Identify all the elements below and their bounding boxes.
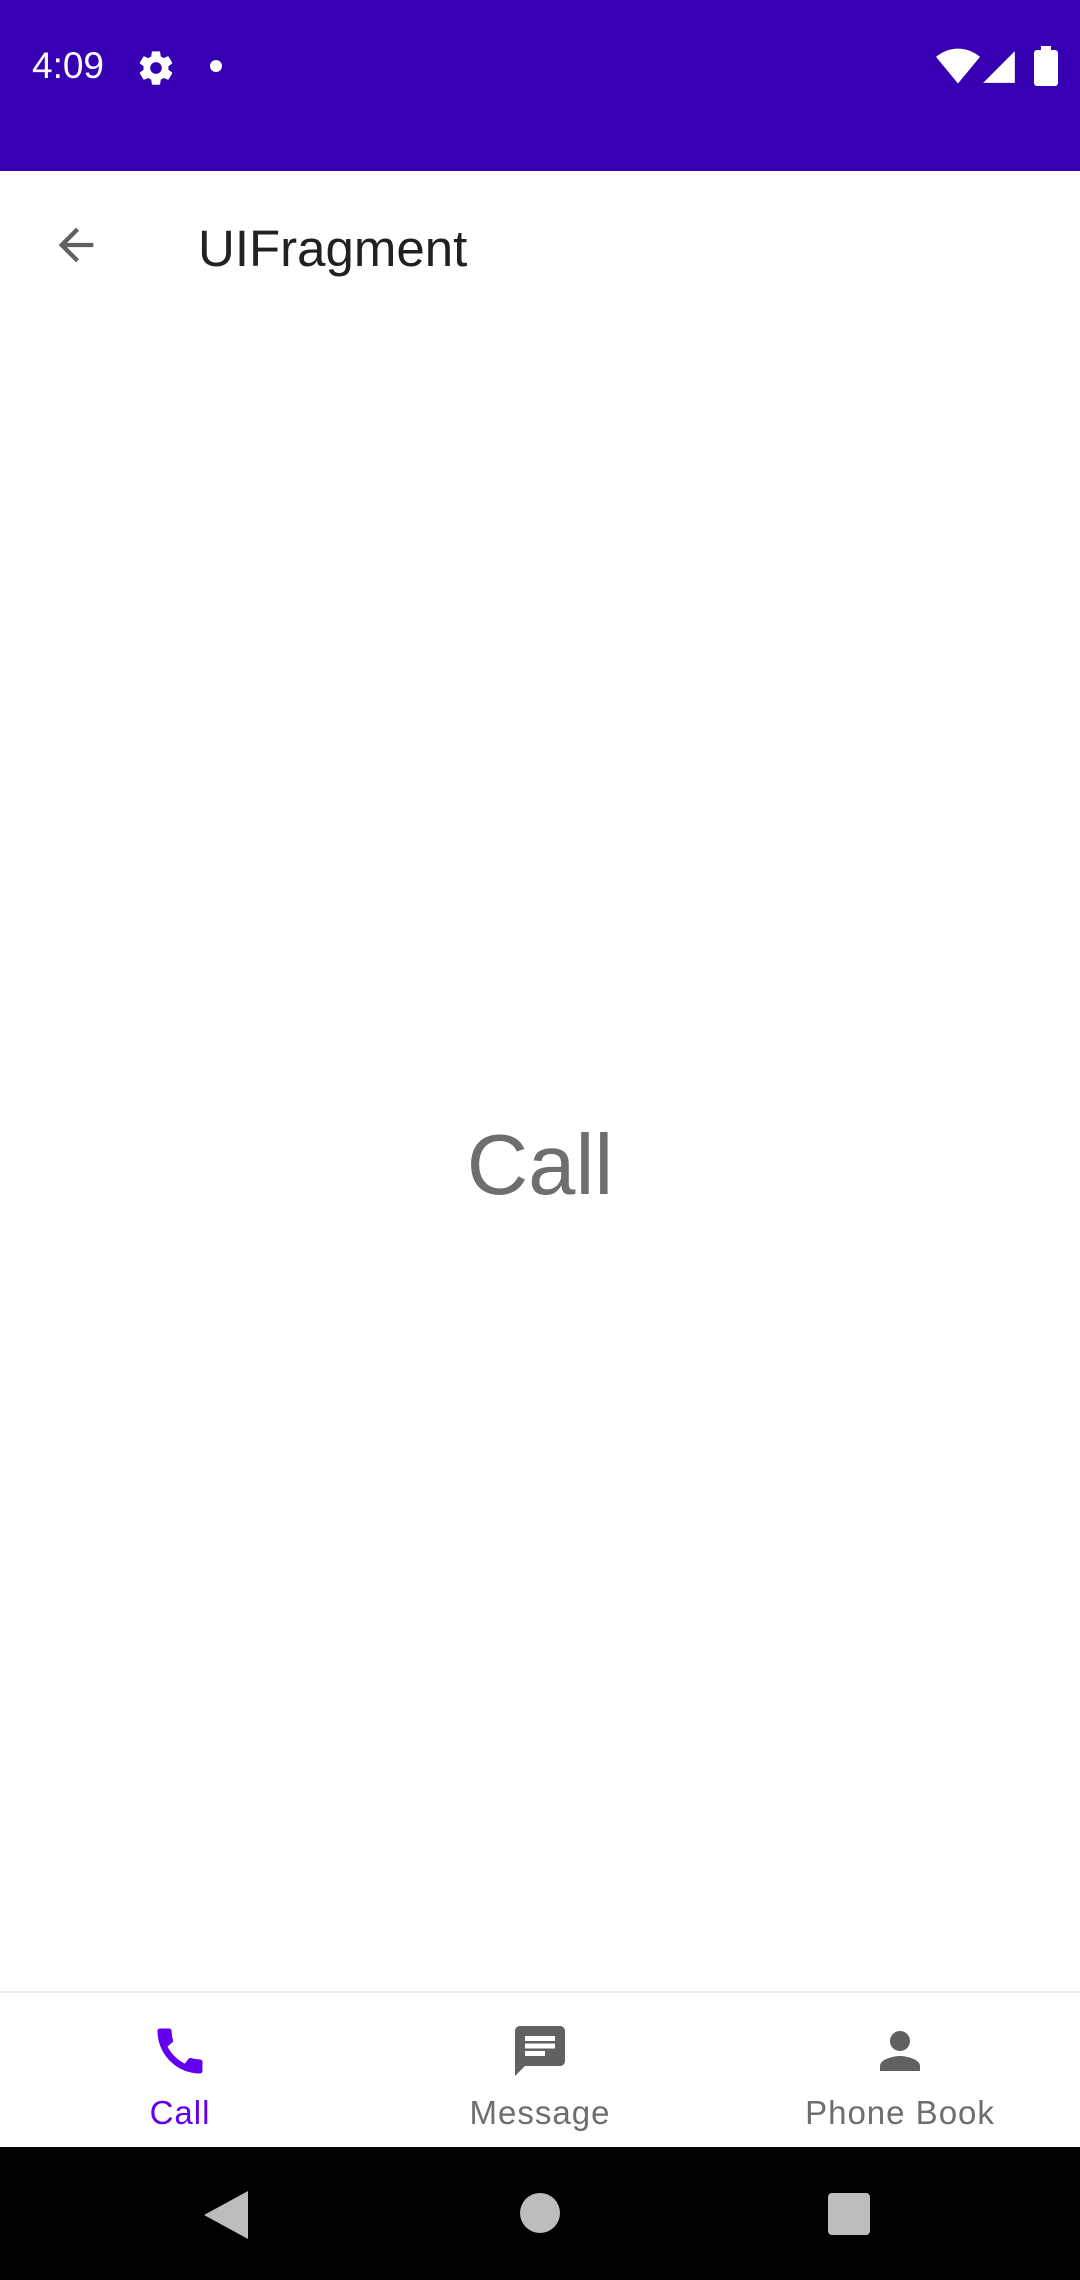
nav-label-call: Call: [149, 2094, 211, 2131]
nav-label-phone-book: Phone Book: [805, 2094, 995, 2131]
status-bar: 4:09: [0, 0, 1080, 171]
home-circle-icon[interactable]: [520, 2193, 560, 2233]
person-icon: [868, 2019, 932, 2083]
phone-icon: [148, 2019, 212, 2083]
fragment-content: Call: [0, 326, 1080, 1991]
nav-item-call[interactable]: Call: [0, 1993, 360, 2147]
page-title: UIFragment: [198, 220, 468, 277]
nav-label-message: Message: [469, 2094, 611, 2131]
bottom-navigation: Call Message Phone Book: [0, 1991, 1080, 2147]
notification-dot-icon: [210, 60, 222, 72]
back-button[interactable]: [32, 201, 120, 289]
system-navigation-bar: [0, 2147, 1080, 2280]
message-icon: [508, 2019, 572, 2083]
fragment-label: Call: [466, 1118, 614, 1213]
back-triangle-icon[interactable]: [204, 2191, 248, 2239]
screen: 4:09 UIFragment Call Call Message Phone …: [0, 0, 1080, 2280]
status-time: 4:09: [32, 45, 105, 86]
battery-icon: [1034, 46, 1058, 86]
arrow-back-icon: [58, 227, 94, 263]
nav-item-phone-book[interactable]: Phone Book: [720, 1993, 1080, 2147]
wifi-icon: [936, 48, 980, 84]
app-bar: UIFragment: [0, 171, 1080, 326]
recents-square-icon[interactable]: [828, 2193, 870, 2235]
signal-icon: [983, 51, 1015, 83]
nav-item-message[interactable]: Message: [360, 1993, 720, 2147]
gear-icon: [139, 51, 173, 85]
